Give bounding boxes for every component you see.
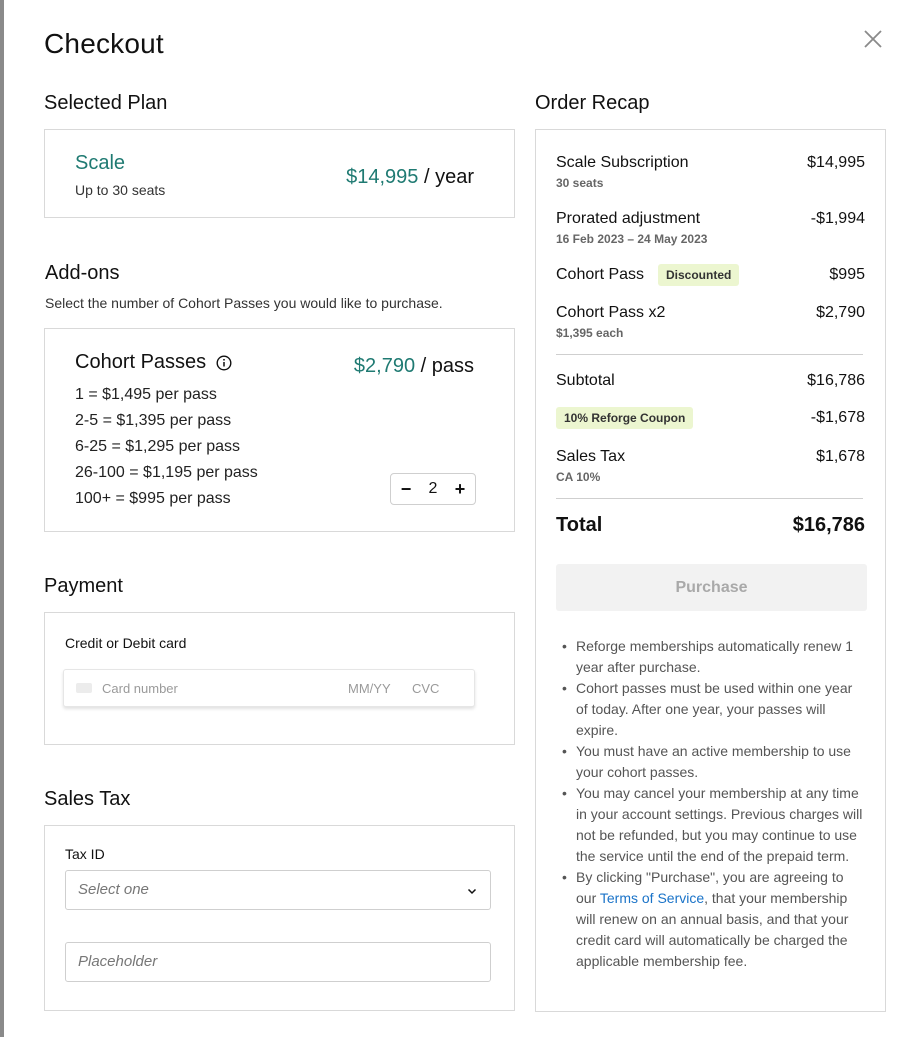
note-item: You must have an active membership to us…	[562, 741, 866, 783]
card-expiry-input[interactable]: MM/YY	[348, 681, 391, 696]
addons-description: Select the number of Cohort Passes you w…	[45, 295, 443, 311]
plan-name: Scale	[75, 152, 126, 174]
note-item: You may cancel your membership at any ti…	[562, 783, 866, 867]
page-title: Checkout	[44, 28, 164, 59]
note-item: Cohort passes must be used within one ye…	[562, 678, 866, 741]
selected-plan-card: Scale Up to 30 seats $14,995 / year	[44, 129, 515, 218]
payment-heading: Payment	[44, 575, 123, 597]
divider	[556, 354, 863, 355]
terms-notes: Reforge memberships automatically renew …	[562, 636, 866, 972]
line-item-amount: $995	[829, 266, 865, 283]
card-input[interactable]: Card number MM/YY CVC	[63, 669, 475, 707]
discounted-badge: Discounted	[658, 264, 740, 286]
total-amount: $16,786	[792, 514, 865, 536]
close-button[interactable]	[860, 26, 886, 52]
info-icon[interactable]	[216, 354, 232, 371]
cohort-pass-price: $2,790 / pass	[354, 355, 474, 378]
sales-tax-label: Sales Tax	[556, 448, 626, 465]
line-item-label: Scale Subscription	[556, 154, 689, 171]
line-item-sub: $1,395 each	[556, 326, 624, 340]
subtotal-label: Subtotal	[556, 372, 615, 389]
tax-id-label: Tax ID	[65, 846, 105, 862]
pricing-tier: 1 = $1,495 per pass	[75, 386, 217, 403]
total-label: Total	[556, 514, 603, 536]
cohort-pass-price-unit: / pass	[415, 355, 474, 377]
order-recap-card: Scale Subscription 30 seats $14,995 Pror…	[535, 129, 886, 1012]
subtotal-amount: $16,786	[807, 372, 865, 389]
sales-tax-card: Tax ID Select one Placeholder	[44, 825, 515, 1011]
pricing-tier: 2-5 = $1,395 per pass	[75, 412, 232, 429]
coupon-badge: 10% Reforge Coupon	[556, 407, 694, 429]
close-icon	[864, 30, 882, 48]
card-cvc-input[interactable]: CVC	[412, 681, 439, 696]
plan-seats: Up to 30 seats	[75, 182, 166, 198]
tax-id-select-placeholder: Select one	[78, 881, 149, 898]
cohort-pass-price-amount: $2,790	[353, 355, 416, 377]
decrement-button[interactable]: −	[399, 479, 413, 500]
quantity-stepper: − 2 +	[390, 473, 476, 505]
plan-price: $14,995 / year	[346, 166, 474, 189]
pricing-tier: 100+ = $995 per pass	[75, 490, 231, 507]
line-item-label: Cohort Pass x2	[556, 304, 666, 321]
line-item-label: Prorated adjustment	[556, 210, 701, 227]
card-brand-icon	[76, 683, 92, 693]
tax-id-select[interactable]: Select one	[65, 870, 491, 910]
note-item: By clicking "Purchase", you are agreeing…	[562, 867, 866, 972]
line-item-label: Cohort Pass	[556, 266, 645, 283]
line-item-amount: $2,790	[816, 304, 865, 321]
cohort-passes-title: Cohort Passes	[75, 351, 207, 373]
divider	[556, 498, 863, 499]
card-number-input[interactable]: Card number	[102, 681, 178, 696]
plan-price-amount: $14,995	[346, 166, 419, 188]
sales-tax-rate: CA 10%	[556, 470, 601, 484]
line-item-sub: 30 seats	[556, 176, 604, 190]
tax-id-input[interactable]: Placeholder	[65, 942, 491, 982]
terms-of-service-link[interactable]: Terms of Service	[600, 890, 704, 906]
pricing-tiers: 1 = $1,495 per pass 2-5 = $1,395 per pas…	[75, 385, 258, 515]
sales-tax-amount: $1,678	[816, 448, 865, 465]
chevron-down-icon	[467, 888, 477, 895]
card-label: Credit or Debit card	[65, 635, 187, 651]
line-item-sub: 16 Feb 2023 – 24 May 2023	[556, 232, 708, 246]
cohort-passes-card: Cohort Passes $2,790 / pass 1 = $1,495 p…	[44, 328, 515, 532]
order-recap-heading: Order Recap	[535, 92, 650, 114]
pricing-tier: 6-25 = $1,295 per pass	[75, 438, 241, 455]
addons-heading: Add-ons	[45, 262, 120, 284]
selected-plan-heading: Selected Plan	[44, 92, 168, 114]
purchase-button[interactable]: Purchase	[556, 564, 867, 611]
window-edge	[0, 0, 4, 1037]
quantity-value: 2	[428, 480, 438, 497]
cohort-passes-title-row: Cohort Passes	[75, 351, 232, 374]
pricing-tier: 26-100 = $1,195 per pass	[75, 464, 258, 481]
sales-tax-heading: Sales Tax	[44, 788, 131, 810]
increment-button[interactable]: +	[453, 479, 467, 500]
payment-card: Credit or Debit card Card number MM/YY C…	[44, 612, 515, 745]
note-item: Reforge memberships automatically renew …	[562, 636, 866, 678]
coupon-amount: -$1,678	[810, 409, 865, 426]
line-item-amount: -$1,994	[810, 210, 865, 227]
plan-price-period: / year	[418, 166, 474, 188]
line-item-amount: $14,995	[807, 154, 865, 171]
